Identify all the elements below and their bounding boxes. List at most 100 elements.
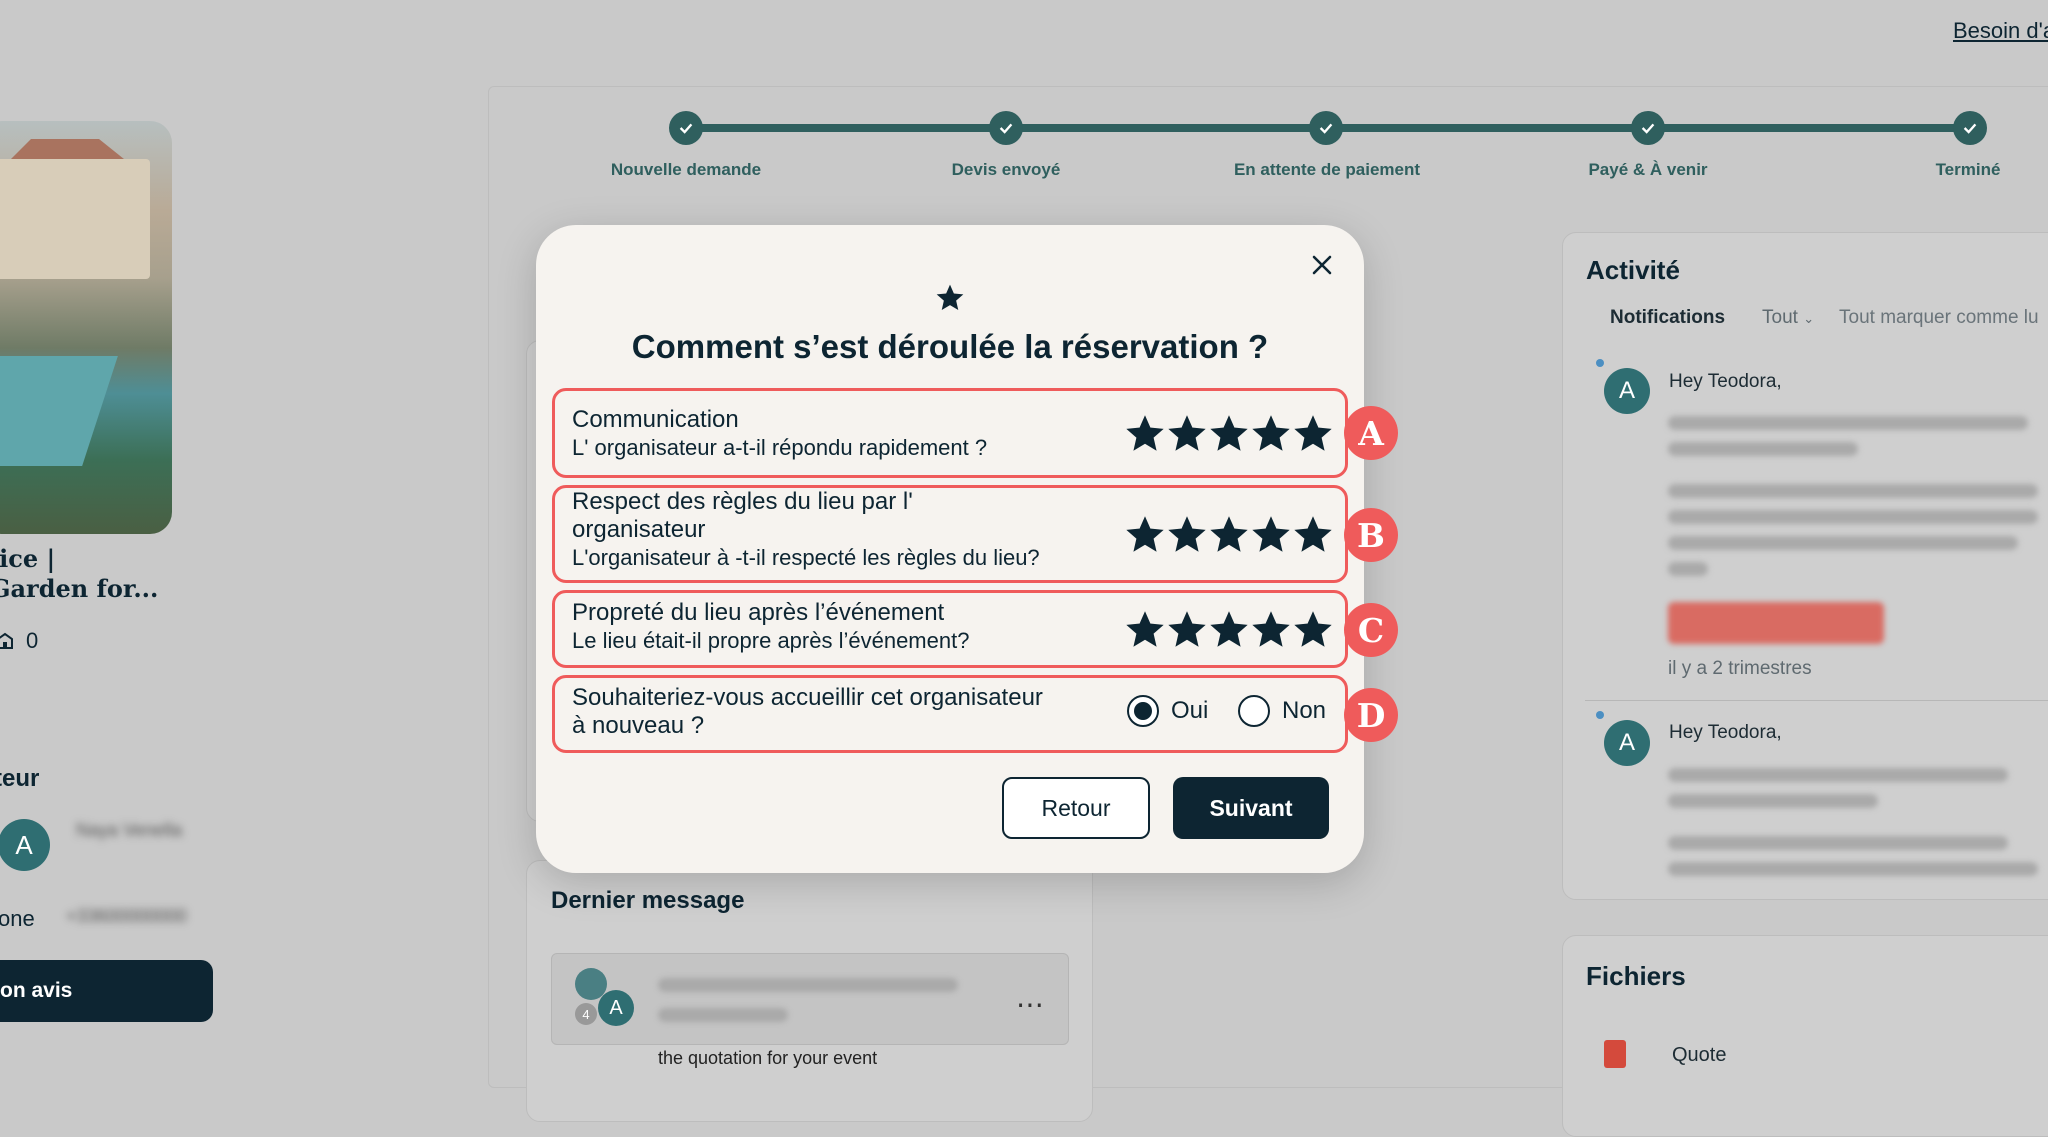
message-snippet: the quotation for your event bbox=[658, 1048, 878, 1068]
close-icon[interactable] bbox=[1304, 247, 1340, 283]
question-subtitle: L' organisateur a-t-il répondu rapidemen… bbox=[572, 435, 988, 460]
msg-avatar: A bbox=[598, 990, 634, 1026]
star-icon[interactable] bbox=[1209, 515, 1249, 555]
star-rating[interactable] bbox=[1125, 610, 1333, 650]
step-label: Devis envoyé bbox=[951, 160, 1061, 179]
files-title: Fichiers bbox=[1586, 961, 1686, 991]
question-title: à nouveau ? bbox=[572, 712, 705, 739]
venue-photo-house bbox=[0, 159, 150, 279]
review-modal: Comment s’est déroulée la réservation ? … bbox=[536, 225, 1398, 873]
annotation-badge: B bbox=[1344, 508, 1398, 562]
star-icon[interactable] bbox=[1293, 515, 1333, 555]
question-text: Communication L' organisateur a-t-il rép… bbox=[572, 406, 987, 462]
leave-review-button[interactable]: on avis bbox=[0, 960, 213, 1022]
annotation-badge: D bbox=[1344, 688, 1398, 742]
question-text: Respect des règles du lieu par l' organi… bbox=[572, 488, 1040, 572]
phone-label: one bbox=[0, 906, 35, 931]
last-message-title: Dernier message bbox=[551, 887, 745, 914]
star-rating[interactable] bbox=[1125, 414, 1333, 454]
filter-dropdown-label: Tout bbox=[1762, 307, 1798, 328]
venue-count: 0 bbox=[26, 628, 39, 653]
question-title: Communication bbox=[572, 406, 739, 433]
activity-greeting: Hey Teodora, bbox=[1669, 722, 1782, 743]
star-icon[interactable] bbox=[1251, 414, 1291, 454]
question-cleanliness: Propreté du lieu après l’événement Le li… bbox=[552, 590, 1398, 668]
activity-text bbox=[1668, 416, 2028, 430]
pdf-file-icon bbox=[1604, 1040, 1626, 1068]
question-rules: Respect des règles du lieu par l' organi… bbox=[552, 485, 1398, 583]
star-icon[interactable] bbox=[1251, 610, 1291, 650]
step-label: Terminé bbox=[1935, 160, 2001, 179]
question-title: Respect des règles du lieu par l' bbox=[572, 488, 913, 515]
star-icon[interactable] bbox=[1125, 610, 1165, 650]
star-icon[interactable] bbox=[1167, 414, 1207, 454]
radio-label: Non bbox=[1282, 697, 1327, 724]
question-host-again: Souhaiteriez-vous accueillir cet organis… bbox=[552, 675, 1398, 753]
tab-notifications[interactable]: Notifications bbox=[1610, 307, 1725, 329]
step-1-check-icon bbox=[669, 111, 703, 145]
file-link[interactable]: Quote bbox=[1672, 1044, 1726, 1067]
step-label: Payé & À venir bbox=[1588, 160, 1708, 179]
venue-title-line: lice | bbox=[0, 544, 56, 573]
star-icon[interactable] bbox=[1167, 610, 1207, 650]
venue-title[interactable]: lice | Garden for... bbox=[0, 544, 158, 604]
radio-button[interactable] bbox=[1238, 695, 1270, 727]
question-title: Propreté du lieu après l’événement bbox=[572, 599, 945, 626]
star-icon[interactable] bbox=[1125, 414, 1165, 454]
unread-dot bbox=[1596, 711, 1604, 719]
radio-button-selected[interactable] bbox=[1127, 695, 1159, 727]
activity-avatar: A bbox=[1604, 368, 1650, 414]
star-rating[interactable] bbox=[1125, 515, 1333, 555]
question-text: Souhaiteriez-vous accueillir cet organis… bbox=[572, 684, 1043, 740]
star-icon[interactable] bbox=[1293, 610, 1333, 650]
activity-text bbox=[1668, 836, 2008, 850]
activity-text bbox=[1668, 794, 1878, 808]
radio-dot bbox=[1134, 702, 1152, 720]
star-icon[interactable] bbox=[1209, 414, 1249, 454]
message-sender bbox=[658, 978, 958, 992]
venue-photo[interactable] bbox=[0, 121, 172, 534]
organizer-section-title: teur bbox=[0, 765, 40, 792]
mark-all-read-link[interactable]: Tout marquer comme lu bbox=[1839, 307, 2039, 329]
radio-option-non[interactable]: Non bbox=[1238, 695, 1326, 727]
stepper-line bbox=[1326, 124, 1648, 132]
star-icon[interactable] bbox=[1251, 515, 1291, 555]
question-subtitle: L'organisateur à -t-il respecté les règl… bbox=[572, 545, 1040, 570]
msg-count-badge: 4 bbox=[575, 1003, 597, 1025]
activity-text bbox=[1668, 510, 2038, 524]
annotation-badge: C bbox=[1344, 603, 1398, 657]
phone-value: +33600000000 bbox=[66, 906, 187, 926]
help-link[interactable]: Besoin d'a bbox=[1953, 18, 2048, 44]
activity-text bbox=[1668, 562, 1708, 576]
star-icon[interactable] bbox=[1293, 414, 1333, 454]
back-button[interactable]: Retour bbox=[1002, 777, 1150, 839]
activity-action-button[interactable] bbox=[1668, 602, 1884, 644]
star-icon[interactable] bbox=[1209, 610, 1249, 650]
more-options-icon[interactable]: ⋯ bbox=[1016, 988, 1044, 1021]
activity-avatar: A bbox=[1604, 720, 1650, 766]
venue-photo-pool bbox=[0, 356, 118, 466]
activity-text bbox=[1668, 862, 2038, 876]
divider bbox=[1585, 700, 2048, 701]
activity-text bbox=[1668, 484, 2038, 498]
star-icon[interactable] bbox=[1125, 515, 1165, 555]
step-5-check-icon bbox=[1953, 111, 1987, 145]
organizer-name: Naya Venella bbox=[76, 820, 183, 840]
question-subtitle: Le lieu était-il propre après l’événemen… bbox=[572, 628, 970, 653]
star-icon bbox=[936, 284, 964, 310]
radio-label: Oui bbox=[1171, 697, 1209, 724]
organizer-avatar: A bbox=[0, 819, 50, 871]
question-title: Souhaiteriez-vous accueillir cet organis… bbox=[572, 684, 1043, 711]
activity-text bbox=[1668, 768, 2008, 782]
question-text: Propreté du lieu après l’événement Le li… bbox=[572, 599, 969, 655]
radio-option-oui[interactable]: Oui bbox=[1127, 695, 1208, 727]
step-3-check-icon bbox=[1309, 111, 1343, 145]
filter-dropdown[interactable]: Tout ⌄ bbox=[1762, 307, 1814, 329]
stepper-line bbox=[1648, 124, 1970, 132]
unread-dot bbox=[1596, 359, 1604, 367]
stepper-line bbox=[1006, 124, 1326, 132]
next-button[interactable]: Suivant bbox=[1173, 777, 1329, 839]
venue-title-line: Garden for... bbox=[0, 574, 159, 603]
star-icon[interactable] bbox=[1167, 515, 1207, 555]
activity-text bbox=[1668, 442, 1858, 456]
